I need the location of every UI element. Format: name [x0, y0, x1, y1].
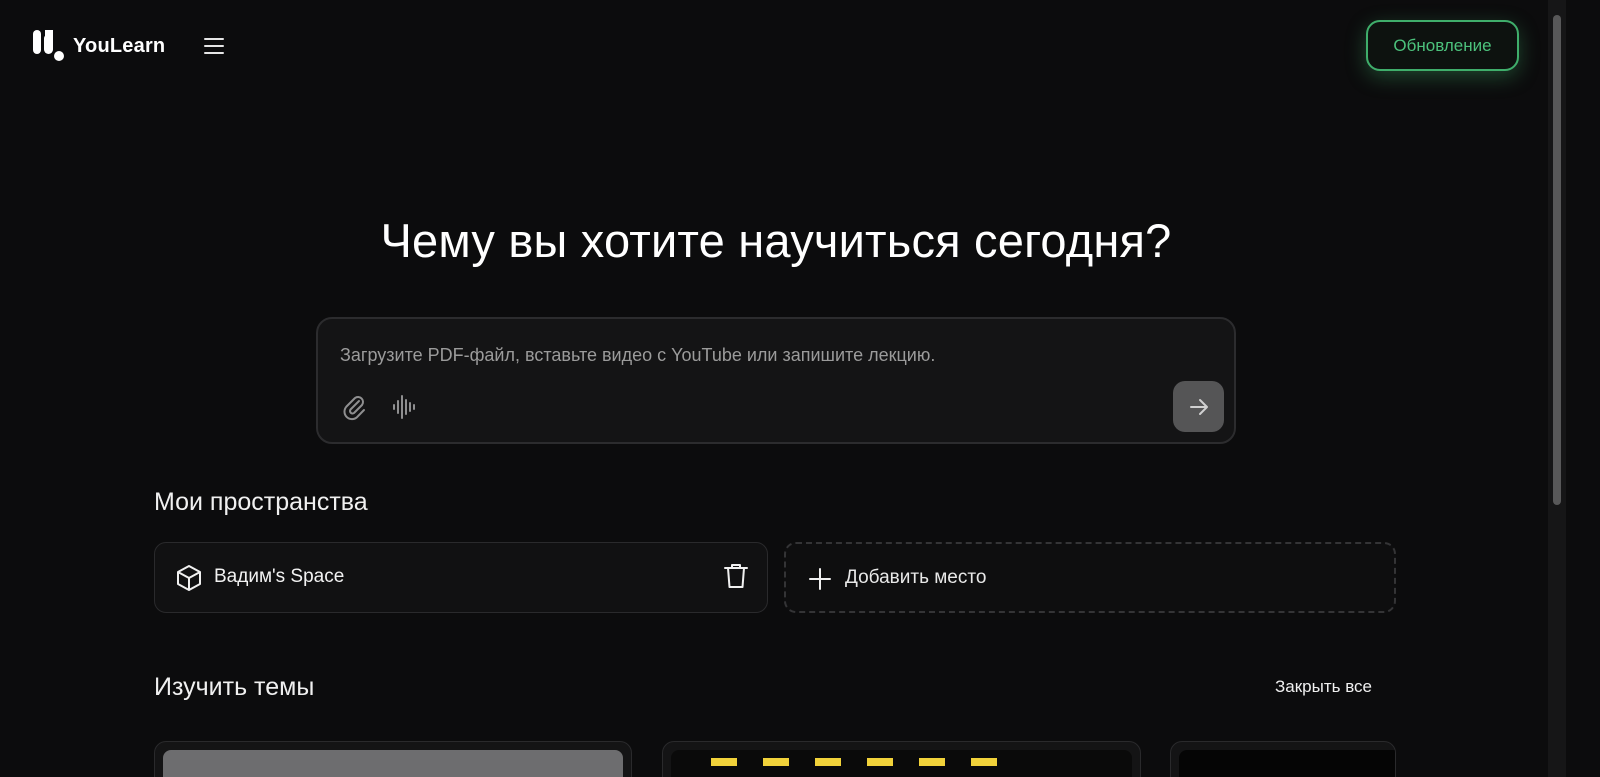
- add-space-label: Добавить место: [845, 567, 987, 588]
- audio-waveform-icon[interactable]: [391, 393, 419, 421]
- prompt-input[interactable]: [338, 341, 1198, 369]
- topics-section-title: Изучить темы: [154, 673, 315, 701]
- topic-card[interactable]: [1170, 741, 1396, 777]
- topic-thumbnail: [1179, 750, 1395, 777]
- page: YouLearn Обновление Чему вы хотите научи…: [0, 0, 1600, 777]
- brand-logo[interactable]: YouLearn: [31, 30, 165, 62]
- cube-icon: [177, 565, 201, 591]
- add-space-button[interactable]: Добавить место: [784, 542, 1396, 613]
- window-edge: [1566, 0, 1600, 777]
- close-all-button[interactable]: Закрыть все: [1275, 677, 1372, 697]
- paperclip-icon[interactable]: [340, 393, 368, 421]
- plus-icon: [809, 568, 831, 590]
- send-button[interactable]: [1173, 381, 1224, 432]
- topic-thumbnail: [163, 750, 623, 777]
- page-title: Чему вы хотите научиться сегодня?: [380, 214, 1172, 267]
- spaces-section-title: Мои пространства: [154, 488, 368, 516]
- vertical-scrollbar[interactable]: [1548, 0, 1566, 777]
- scrollbar-thumb[interactable]: [1553, 15, 1561, 505]
- arrow-right-icon: [1189, 398, 1208, 415]
- brand-name: YouLearn: [73, 34, 166, 57]
- upgrade-button[interactable]: Обновление: [1366, 20, 1519, 71]
- topic-thumbnail: [671, 750, 1132, 777]
- space-card[interactable]: Вадим's Space: [154, 542, 768, 613]
- hamburger-menu-icon[interactable]: [203, 35, 225, 57]
- prompt-box: [316, 317, 1236, 444]
- trash-icon[interactable]: [723, 562, 749, 590]
- space-name: Вадим's Space: [214, 566, 345, 587]
- topic-card[interactable]: [662, 741, 1141, 777]
- topic-card[interactable]: [154, 741, 632, 777]
- youlearn-logo-icon: [33, 30, 64, 61]
